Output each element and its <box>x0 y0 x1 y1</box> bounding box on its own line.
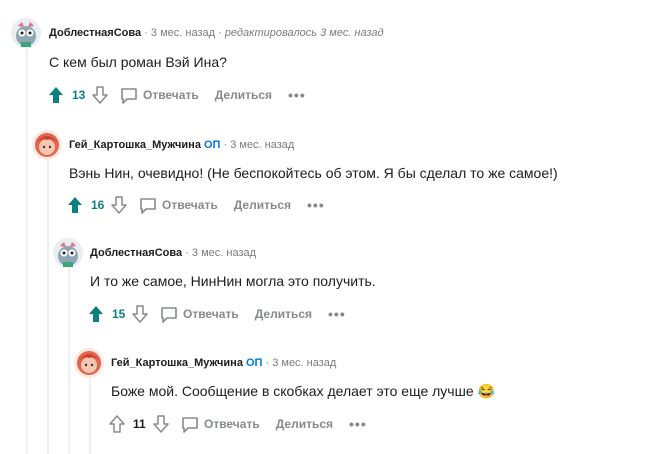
comment-text: Боже мой. Сообщение в скобках делает это… <box>111 383 495 399</box>
upvote-icon[interactable] <box>46 85 66 105</box>
author-name[interactable]: Гей_Картошка_Мужчина <box>111 357 243 369</box>
downvote-icon[interactable] <box>109 195 129 215</box>
owl-avatar-icon[interactable] <box>53 238 83 268</box>
comment-meta: Гей_Картошка_Мужчина ОП · 3 мес. назад <box>111 357 336 369</box>
op-badge: ОП <box>203 139 221 151</box>
thread-line-3[interactable] <box>68 268 70 454</box>
thread-line-4[interactable] <box>89 378 91 454</box>
vote-score: 16 <box>91 198 105 212</box>
comment-bubble-icon <box>161 306 177 323</box>
reply-label: Отвечать <box>143 88 199 102</box>
reply-label: Отвечать <box>204 417 260 431</box>
op-badge: ОП <box>245 357 263 369</box>
thread-line-1[interactable] <box>26 48 28 454</box>
vote-score: 11 <box>133 417 146 431</box>
timestamp[interactable]: 3 мес. назад <box>230 139 294 151</box>
owl-avatar-icon[interactable] <box>11 18 41 48</box>
reply-button[interactable]: Отвечать <box>160 306 239 323</box>
upvote-icon[interactable] <box>86 304 106 324</box>
timestamp[interactable]: 3 мес. назад <box>151 27 215 39</box>
share-button[interactable]: Делиться <box>255 307 312 321</box>
more-options-icon[interactable]: ••• <box>288 87 306 103</box>
comment-meta: ДоблестнаяСова · 3 мес. назад · редактир… <box>49 27 384 39</box>
reply-label: Отвечать <box>162 198 218 212</box>
more-options-icon[interactable]: ••• <box>307 197 325 213</box>
author-name[interactable]: ДоблестнаяСова <box>49 27 141 39</box>
comment-bubble-icon <box>182 416 198 433</box>
comment-actions: 15 Отвечать Делиться ••• <box>86 303 346 325</box>
comment-bubble-icon <box>121 87 137 104</box>
comment-bubble-icon <box>140 197 156 214</box>
edited-label: · редактировалось 3 мес. назад <box>218 27 384 39</box>
comment-text: И то же самое, НинНин могла это получить… <box>90 273 376 289</box>
reply-label: Отвечать <box>183 307 239 321</box>
comment-actions: 16 Отвечать Делиться ••• <box>65 194 325 216</box>
red-hair-avatar-icon[interactable] <box>74 348 104 378</box>
timestamp[interactable]: 3 мес. назад <box>272 357 336 369</box>
timestamp[interactable]: 3 мес. назад <box>192 247 256 259</box>
red-hair-avatar-icon[interactable] <box>32 130 62 160</box>
comment-text: С кем был роман Вэй Ина? <box>49 54 227 70</box>
author-name[interactable]: Гей_Картошка_Мужчина <box>69 139 201 151</box>
author-name[interactable]: ДоблестнаяСова <box>90 247 182 259</box>
share-button[interactable]: Делиться <box>234 198 291 212</box>
thread-line-2[interactable] <box>47 160 49 454</box>
separator-dot: · <box>185 247 189 259</box>
separator-dot: · <box>144 27 148 39</box>
downvote-icon[interactable] <box>130 304 150 324</box>
downvote-icon[interactable] <box>90 85 110 105</box>
share-button[interactable]: Делиться <box>276 417 333 431</box>
upvote-icon[interactable] <box>107 414 127 434</box>
upvote-icon[interactable] <box>65 195 85 215</box>
comment-actions: 11 Отвечать Делиться ••• <box>107 413 367 435</box>
comment-meta: Гей_Картошка_Мужчина ОП · 3 мес. назад <box>69 139 294 151</box>
downvote-icon[interactable] <box>151 414 171 434</box>
more-options-icon[interactable]: ••• <box>349 416 367 432</box>
separator-dot: · <box>223 139 228 151</box>
separator-dot: · <box>265 357 270 369</box>
comment-actions: 13 Отвечать Делиться ••• <box>46 84 306 106</box>
reply-button[interactable]: Отвечать <box>139 197 218 214</box>
more-options-icon[interactable]: ••• <box>328 306 346 322</box>
reply-button[interactable]: Отвечать <box>181 416 260 433</box>
comment-meta: ДоблестнаяСова · 3 мес. назад <box>90 247 256 259</box>
comment-text: Вэнь Нин, очевидно! (Не беспокойтесь об … <box>69 165 558 181</box>
share-button[interactable]: Делиться <box>215 88 272 102</box>
vote-score: 15 <box>112 307 126 321</box>
vote-score: 13 <box>72 88 86 102</box>
reply-button[interactable]: Отвечать <box>120 87 199 104</box>
